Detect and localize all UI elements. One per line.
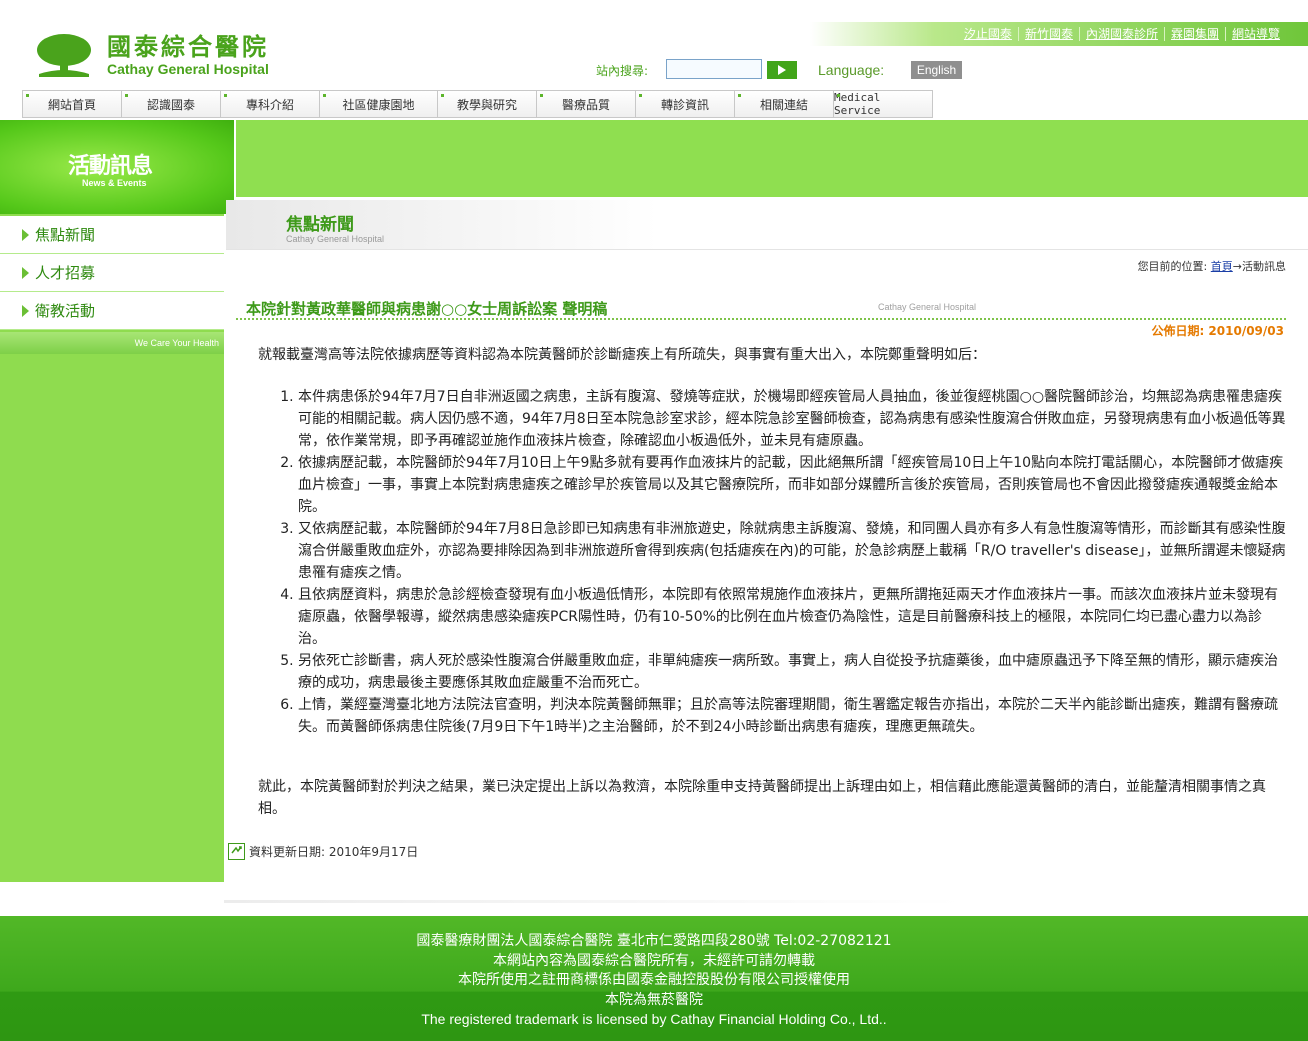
footer-trademark-en-line: The registered trademark is licensed by … (421, 1011, 887, 1027)
update-info: 資料更新日期: 2010年9月17日 (228, 843, 418, 860)
nav-referral[interactable]: 轉診資訊 (636, 91, 735, 117)
sidebar-item-focus-news[interactable]: 焦點新聞 (0, 216, 224, 254)
content-divider (224, 900, 964, 903)
toplink-linyuan-group[interactable]: 霖園集團 (1163, 27, 1225, 41)
language-label: Language: (818, 62, 885, 78)
left-sidebar: 活動訊息 News & Events 焦點新聞 人才招募 衛教活動 We Car… (0, 120, 234, 882)
footer-copyright-line: 本網站內容為國泰綜合醫院所有，未經許可請勿轉載 (493, 952, 815, 969)
toplink-sitemap[interactable]: 網站導覽 (1224, 27, 1286, 41)
triangle-bullet-icon (22, 228, 29, 241)
sidebar-banner-title: 活動訊息 (68, 154, 153, 179)
sidebar-item-health-education[interactable]: 衛教活動 (0, 292, 224, 330)
search-label: 站內搜尋: (596, 64, 649, 78)
site-header: 國泰綜合醫院 Cathay General Hospital 汐止國泰 新竹國泰… (0, 0, 1308, 120)
nav-links[interactable]: 相關連結 (735, 91, 834, 117)
nav-specialties[interactable]: 專科介紹 (221, 91, 320, 117)
article-point: 且依病歷資料，病患於急診經檢查發現有血小板過低情形，本院即有依照常規施作血液抹片… (298, 584, 1286, 650)
breadcrumb-current: 活動訊息 (1242, 260, 1286, 273)
article-intro: 就報載臺灣高等法院依據病歷等資料認為本院黃醫師於診斷瘧疾上有所疏失，與事實有重大… (258, 347, 986, 363)
nav-community-health[interactable]: 社區健康園地 (320, 91, 438, 117)
top-green-banner (236, 120, 1308, 197)
sidebar-menu: 焦點新聞 人才招募 衛教活動 (0, 216, 224, 330)
nav-quality[interactable]: 醫療品質 (537, 91, 636, 117)
section-subtitle: Cathay General Hospital (286, 234, 385, 244)
nav-about[interactable]: 認識國泰 (122, 91, 221, 117)
article-point: 又依病歷記載，本院醫師於94年7月8日急診即已知病患有非洲旅遊史，除就病患主訴腹… (298, 518, 1286, 584)
refresh-icon (228, 843, 245, 860)
logo-chinese-name: 國泰綜合醫院 (107, 32, 269, 61)
section-title: 焦點新聞 (286, 215, 354, 235)
sidebar-banner-subtitle: News & Events (82, 178, 147, 188)
sidebar-item-label: 人才招募 (35, 264, 96, 282)
article-conclusion: 就此，本院黃醫師對於判決之結果，業已決定提出上訴以為救濟，本院除重申支持黃醫師提… (258, 779, 1266, 817)
sidebar-item-label: 衛教活動 (35, 302, 96, 320)
breadcrumb-arrow: → (1232, 260, 1242, 273)
footer-smokefree-line: 本院為無菸醫院 (605, 991, 703, 1008)
article-point: 另依死亡診斷書，病人死於感染性腹瀉合併嚴重敗血症，非單純瘧疾一病所致。事實上，病… (298, 650, 1286, 694)
english-button[interactable]: English (911, 61, 962, 79)
toplink-neihu-clinic[interactable]: 內湖國泰診所 (1078, 27, 1164, 41)
article-points-list: 本件病患係於94年7月7日自非洲返國之病患，主訴有腹瀉、發燒等症狀，於機場即經疾… (258, 386, 1286, 738)
nav-medical-service[interactable]: Medical Service (834, 91, 932, 117)
triangle-bullet-icon (22, 304, 29, 317)
footer-address-line: 國泰醫療財團法人國泰綜合醫院 臺北市仁愛路四段280號 Tel:02-27082… (416, 933, 892, 949)
footer-text: 國泰醫療財團法人國泰綜合醫院 臺北市仁愛路四段280號 Tel:02-27082… (0, 932, 1308, 1030)
play-arrow-icon (778, 65, 786, 75)
logo-english-name: Cathay General Hospital (107, 61, 269, 77)
article-point: 上情，業經臺灣臺北地方法院法官查明，判決本院黃醫師無罪；且於高等法院審理期間，衛… (298, 694, 1286, 738)
article-body: 就報載臺灣高等法院依據病歷等資料認為本院黃醫師於診斷瘧疾上有所疏失，與事實有重大… (258, 344, 1286, 820)
main-nav: 網站首頁 認識國泰 專科介紹 社區健康園地 教學與研究 醫療品質 轉診資訊 相關… (22, 90, 933, 118)
nav-teaching-research[interactable]: 教學與研究 (438, 91, 537, 117)
article-header: 本院針對黃政華醫師與病患謝○○女士周訴訟案 聲明稿 Cathay General… (236, 294, 1286, 320)
sidebar-item-label: 焦點新聞 (35, 226, 96, 244)
article-point: 本件病患係於94年7月7日自非洲返國之病患，主訴有腹瀉、發燒等症狀，於機場即經疾… (298, 386, 1286, 452)
sidebar-banner: 活動訊息 News & Events (0, 120, 234, 214)
logo-text: 國泰綜合醫院 Cathay General Hospital (107, 32, 269, 78)
publish-date: 公佈日期: 2010/09/03 (1151, 324, 1284, 338)
hospital-logo[interactable]: 國泰綜合醫院 Cathay General Hospital (35, 30, 295, 80)
search-submit-button[interactable] (767, 61, 797, 79)
sidebar-item-recruitment[interactable]: 人才招募 (0, 254, 224, 292)
footer-trademark-line: 本院所使用之註冊商標係由國泰金融控股股份有限公司授權使用 (458, 972, 850, 988)
article-point: 依據病歷記載，本院醫師於94年7月10日上午9點多就有要再作血液抹片的記載，因此… (298, 452, 1286, 518)
sidebar-tagline: We Care Your Health (0, 332, 224, 354)
section-header: 焦點新聞 Cathay General Hospital (226, 200, 1308, 250)
site-footer: 國泰醫療財團法人國泰綜合醫院 臺北市仁愛路四段280號 Tel:02-27082… (0, 916, 1308, 1041)
triangle-bullet-icon (22, 266, 29, 279)
article-watermark: Cathay General Hospital (878, 302, 977, 312)
search-input[interactable] (666, 59, 762, 79)
top-links-bar: 汐止國泰 新竹國泰 內湖國泰診所 霖園集團 網站導覽 (810, 22, 1308, 46)
breadcrumb: 您目前的位置: 首頁→活動訊息 (1138, 258, 1286, 274)
toplink-hsinchu[interactable]: 新竹國泰 (1017, 27, 1079, 41)
breadcrumb-home-link[interactable]: 首頁 (1211, 260, 1233, 273)
toplink-xizhi[interactable]: 汐止國泰 (958, 27, 1018, 41)
breadcrumb-prefix: 您目前的位置: (1137, 260, 1208, 273)
article-title: 本院針對黃政華醫師與病患謝○○女士周訴訟案 聲明稿 (246, 300, 608, 318)
update-date-text: 資料更新日期: 2010年9月17日 (249, 845, 419, 859)
nav-home[interactable]: 網站首頁 (23, 91, 122, 117)
tree-logo-icon (37, 34, 91, 77)
